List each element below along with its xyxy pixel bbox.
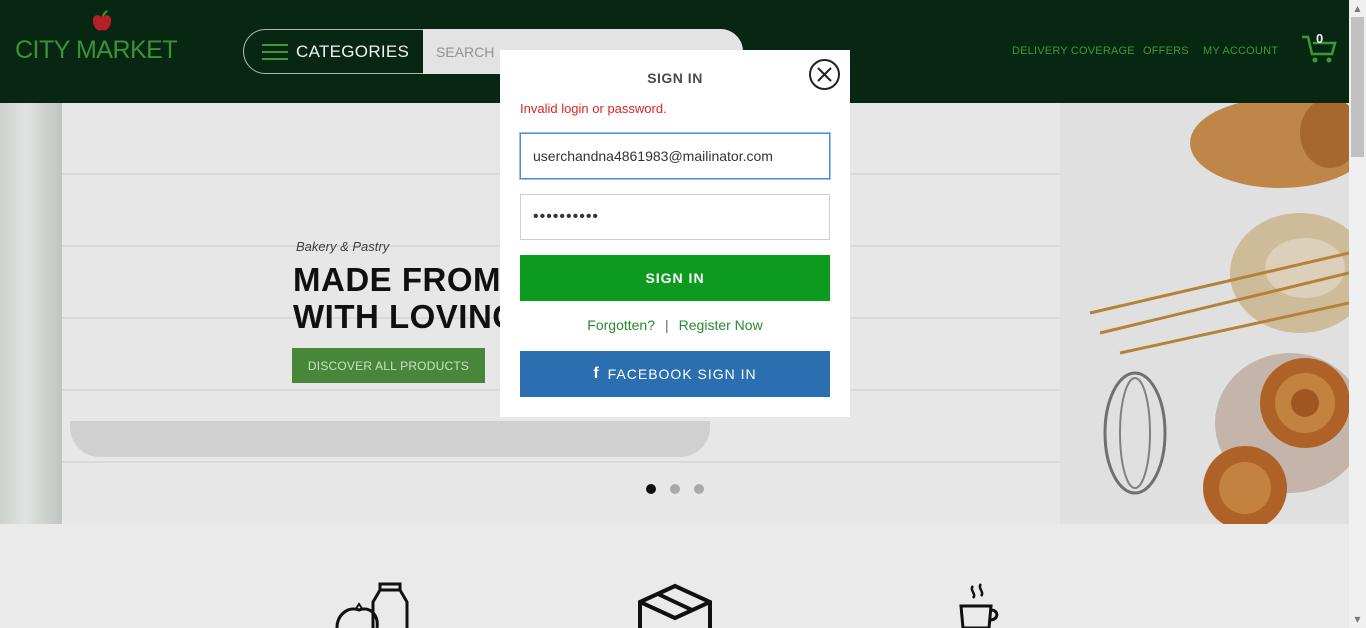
facebook-sign-in-button[interactable]: f FACEBOOK SIGN IN (520, 351, 830, 397)
scroll-up-arrow-icon[interactable]: ▲ (1349, 0, 1366, 17)
scroll-down-arrow-icon[interactable]: ▼ (1349, 611, 1366, 628)
login-error-message: Invalid login or password. (520, 101, 667, 116)
email-field[interactable] (520, 133, 830, 179)
modal-title: SIGN IN (647, 70, 703, 86)
facebook-icon: f (593, 365, 600, 382)
register-now-link[interactable]: Register Now (679, 317, 763, 333)
forgotten-link[interactable]: Forgotten? (587, 317, 655, 333)
account-links: Forgotten? | Register Now (500, 317, 850, 333)
scroll-thumb[interactable] (1351, 17, 1364, 157)
link-separator: | (665, 317, 669, 333)
facebook-sign-in-label: FACEBOOK SIGN IN (607, 366, 757, 382)
close-button[interactable] (809, 59, 840, 90)
page-scrollbar[interactable]: ▲ ▼ (1349, 0, 1366, 628)
password-field[interactable] (520, 194, 830, 240)
sign-in-modal: SIGN IN Invalid login or password. SIGN … (500, 50, 850, 417)
close-icon (817, 67, 832, 82)
sign-in-button[interactable]: SIGN IN (520, 255, 830, 301)
